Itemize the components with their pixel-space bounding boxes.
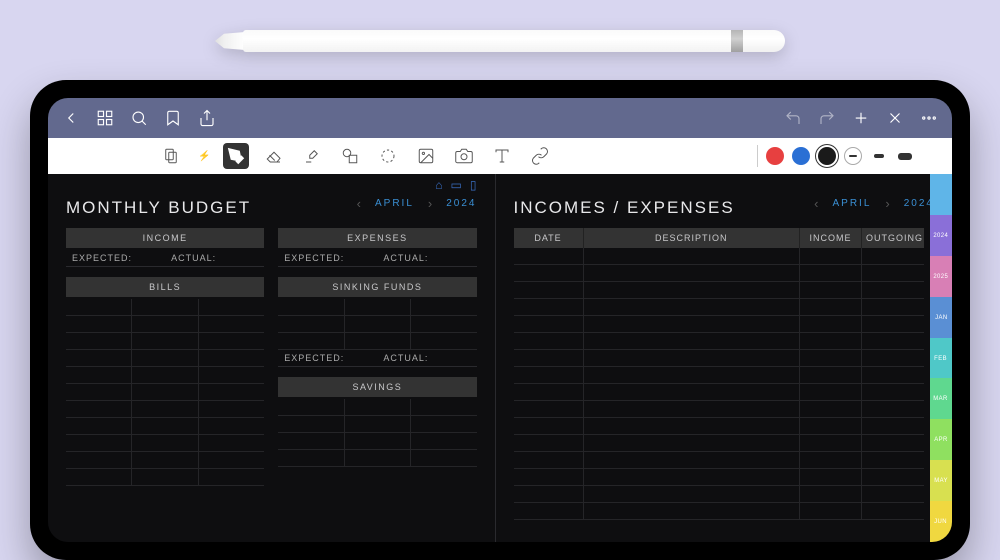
bills-header: BILLS [66, 277, 264, 297]
redo-icon[interactable] [818, 109, 836, 127]
side-tab[interactable] [930, 174, 952, 215]
side-tab[interactable]: JUN [930, 501, 952, 542]
bills-rows[interactable] [66, 299, 264, 486]
folder-nav-icon[interactable]: ▭ [451, 178, 462, 192]
app-topbar [48, 98, 952, 138]
month-label[interactable]: APRIL [833, 198, 872, 209]
prev-month[interactable]: ‹ [357, 196, 361, 211]
th-outgoing: OUTGOING [862, 228, 924, 248]
right-page: MD INCOMES / EXPENSES ‹ APRIL › 2024 DAT… [496, 174, 953, 542]
actual-label: ACTUAL: [165, 253, 264, 263]
month-label[interactable]: APRIL [375, 198, 414, 209]
th-date: DATE [514, 228, 584, 248]
link-tool[interactable] [527, 143, 553, 169]
share-icon[interactable] [198, 109, 216, 127]
bluetooth-icon: ⚡ [198, 151, 210, 162]
expected-label: EXPECTED: [66, 253, 165, 263]
close-icon[interactable] [886, 109, 904, 127]
side-tab[interactable]: 2024 [930, 215, 952, 256]
expected-label: EXPECTED: [278, 253, 377, 263]
doc-nav-icon[interactable]: ▯ [470, 178, 477, 192]
side-tab[interactable]: MAR [930, 378, 952, 419]
home-nav-icon[interactable]: ⌂ [435, 178, 442, 192]
back-icon[interactable] [62, 109, 80, 127]
divider [757, 145, 758, 167]
stroke-thin[interactable] [844, 147, 862, 165]
undo-icon[interactable] [784, 109, 802, 127]
side-tab[interactable]: FEB [930, 338, 952, 379]
side-tab[interactable]: MAY [930, 460, 952, 501]
sinking-header: SINKING FUNDS [278, 277, 476, 297]
shapes-tool[interactable] [337, 143, 363, 169]
side-tab[interactable]: APR [930, 419, 952, 460]
search-icon[interactable] [130, 109, 148, 127]
color-black[interactable] [818, 147, 836, 165]
left-page: ⌂ ▭ ▯ MONTHLY BUDGET ‹ APRIL › 2024 INCO… [48, 174, 496, 542]
side-tab[interactable]: JAN [930, 297, 952, 338]
side-tabs: 20242025JANFEBMARAPRMAYJUN [930, 174, 952, 542]
more-icon[interactable] [920, 109, 938, 127]
actual-label: ACTUAL: [377, 253, 476, 263]
side-tab[interactable]: 2025 [930, 256, 952, 297]
color-red[interactable] [766, 147, 784, 165]
income-header: INCOME [66, 228, 264, 248]
camera-tool[interactable] [451, 143, 477, 169]
savings-rows[interactable] [278, 399, 476, 467]
expenses-header: EXPENSES [278, 228, 476, 248]
expected-label: EXPECTED: [278, 353, 377, 363]
next-month[interactable]: › [885, 196, 889, 211]
pages-icon[interactable] [158, 143, 184, 169]
grid-icon[interactable] [96, 109, 114, 127]
stroke-med[interactable] [870, 147, 888, 165]
pen-tool[interactable] [223, 143, 249, 169]
prev-month[interactable]: ‹ [814, 196, 818, 211]
year-label[interactable]: 2024 [446, 198, 476, 209]
th-desc: DESCRIPTION [584, 228, 801, 248]
stroke-thick[interactable] [896, 147, 914, 165]
lasso-tool[interactable] [375, 143, 401, 169]
add-icon[interactable] [852, 109, 870, 127]
ie-table-rows[interactable] [514, 248, 925, 520]
savings-header: SAVINGS [278, 377, 476, 397]
actual-label: ACTUAL: [377, 353, 476, 363]
screen: ⚡ ⌂ ▭ ▯ MONTHLY BUDGET ‹ APRIL › 2024 [48, 98, 952, 542]
th-income: INCOME [800, 228, 862, 248]
highlighter-tool[interactable] [299, 143, 325, 169]
bookmark-icon[interactable] [164, 109, 182, 127]
tablet-frame: ⚡ ⌂ ▭ ▯ MONTHLY BUDGET ‹ APRIL › 2024 [30, 80, 970, 560]
image-tool[interactable] [413, 143, 439, 169]
sinking-rows[interactable] [278, 299, 476, 350]
text-tool[interactable] [489, 143, 515, 169]
ie-table-header: DATE DESCRIPTION INCOME OUTGOING [514, 228, 925, 248]
tool-toolbar: ⚡ [48, 138, 952, 174]
planner-content: ⌂ ▭ ▯ MONTHLY BUDGET ‹ APRIL › 2024 INCO… [48, 174, 952, 542]
eraser-tool[interactable] [261, 143, 287, 169]
next-month[interactable]: › [428, 196, 432, 211]
color-blue[interactable] [792, 147, 810, 165]
apple-pencil [215, 30, 785, 52]
